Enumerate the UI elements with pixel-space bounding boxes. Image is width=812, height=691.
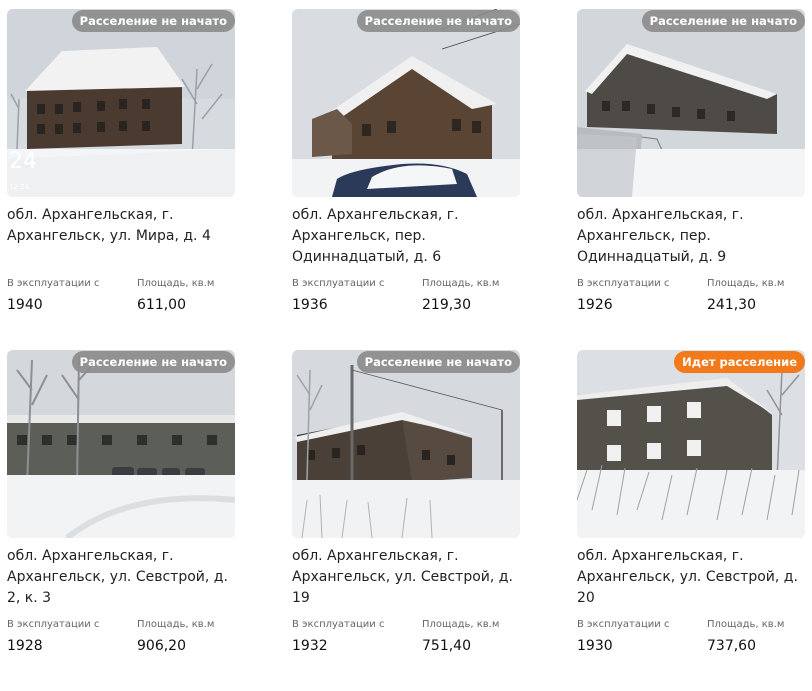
year-label: В эксплуатации с <box>292 619 385 630</box>
card-meta: В эксплуатации с 1928 Площадь, кв.м 906,… <box>7 618 235 655</box>
house-photo-image <box>7 9 235 197</box>
year-label: В эксплуатации с <box>577 278 670 289</box>
area-value: 906,20 <box>137 638 186 654</box>
area-value: 241,30 <box>707 297 756 313</box>
card-address[interactable]: обл. Архангельская, г. Архангельск, ул. … <box>577 546 805 618</box>
house-photo[interactable]: 24 12:24 Расселение не начато <box>7 9 235 197</box>
status-badge: Расселение не начато <box>71 10 235 32</box>
area-value: 611,00 <box>137 297 186 313</box>
house-photo[interactable]: Расселение не начато <box>292 9 520 197</box>
house-card[interactable]: 24 12:24 Расселение не начато обл. Архан… <box>7 9 235 350</box>
house-photo-image <box>577 9 805 197</box>
card-meta: В эксплуатации с 1926 Площадь, кв.м 241,… <box>577 277 805 314</box>
photo-time-stamp: 12:24 <box>9 183 30 191</box>
card-address[interactable]: обл. Архангельская, г. Архангельск, пер.… <box>577 205 805 277</box>
house-card[interactable]: Идет расселение обл. Архангельская, г. А… <box>577 350 805 691</box>
card-address[interactable]: обл. Архангельская, г. Архангельск, ул. … <box>7 205 235 277</box>
housing-cards-grid: 24 12:24 Расселение не начато обл. Архан… <box>7 9 805 691</box>
card-meta: В эксплуатации с 1940 Площадь, кв.м 611,… <box>7 277 235 314</box>
status-badge: Расселение не начато <box>641 10 805 32</box>
status-badge: Расселение не начато <box>356 10 520 32</box>
year-value: 1926 <box>577 297 613 313</box>
year-label: В эксплуатации с <box>577 619 670 630</box>
card-address[interactable]: обл. Архангельская, г. Архангельск, ул. … <box>7 546 235 618</box>
year-value: 1930 <box>577 638 613 654</box>
area-label: Площадь, кв.м <box>707 619 785 630</box>
house-photo-image <box>292 350 520 538</box>
area-label: Площадь, кв.м <box>422 619 500 630</box>
year-value: 1940 <box>7 297 43 313</box>
status-badge: Расселение не начато <box>71 351 235 373</box>
card-meta: В эксплуатации с 1936 Площадь, кв.м 219,… <box>292 277 520 314</box>
house-photo[interactable]: Расселение не начато <box>292 350 520 538</box>
card-address[interactable]: обл. Архангельская, г. Архангельск, пер.… <box>292 205 520 277</box>
card-meta: В эксплуатации с 1930 Площадь, кв.м 737,… <box>577 618 805 655</box>
year-value: 1936 <box>292 297 328 313</box>
area-label: Площадь, кв.м <box>707 278 785 289</box>
area-value: 737,60 <box>707 638 756 654</box>
year-label: В эксплуатации с <box>7 278 100 289</box>
house-photo-image <box>577 350 805 538</box>
house-card[interactable]: Расселение не начато обл. Архангельская,… <box>577 9 805 350</box>
year-value: 1932 <box>292 638 328 654</box>
house-photo-image <box>292 9 520 197</box>
area-label: Площадь, кв.м <box>137 619 215 630</box>
house-card[interactable]: Расселение не начато обл. Архангельская,… <box>7 350 235 691</box>
photo-date-stamp: 24 <box>9 149 37 174</box>
area-value: 219,30 <box>422 297 471 313</box>
house-photo-image <box>7 350 235 538</box>
status-badge: Расселение не начато <box>356 351 520 373</box>
year-label: В эксплуатации с <box>7 619 100 630</box>
house-card[interactable]: Расселение не начато обл. Архангельская,… <box>292 9 520 350</box>
area-label: Площадь, кв.м <box>422 278 500 289</box>
area-label: Площадь, кв.м <box>137 278 215 289</box>
area-value: 751,40 <box>422 638 471 654</box>
card-address[interactable]: обл. Архангельская, г. Архангельск, ул. … <box>292 546 520 618</box>
year-value: 1928 <box>7 638 43 654</box>
house-card[interactable]: Расселение не начато обл. Архангельская,… <box>292 350 520 691</box>
status-badge: Идет расселение <box>674 351 805 373</box>
house-photo[interactable]: Расселение не начато <box>577 9 805 197</box>
house-photo[interactable]: Расселение не начато <box>7 350 235 538</box>
year-label: В эксплуатации с <box>292 278 385 289</box>
card-meta: В эксплуатации с 1932 Площадь, кв.м 751,… <box>292 618 520 655</box>
house-photo[interactable]: Идет расселение <box>577 350 805 538</box>
